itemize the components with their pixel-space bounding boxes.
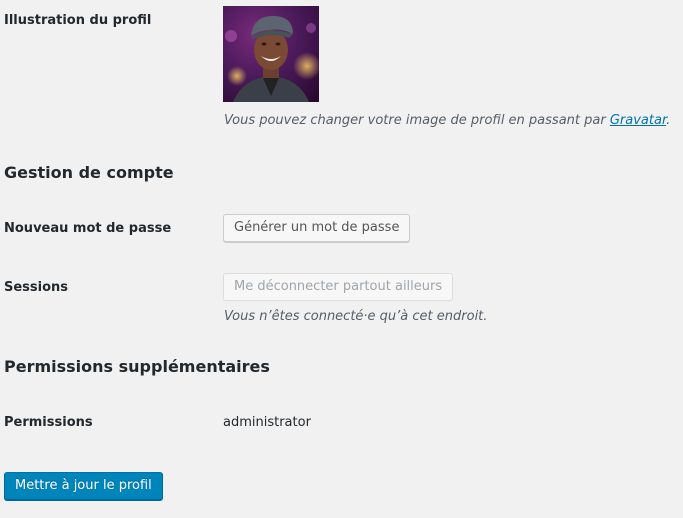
logout-everywhere-button[interactable]: Me déconnecter partout ailleurs	[223, 273, 454, 301]
profile-picture-description: Vous pouvez changer votre image de profi…	[224, 113, 670, 128]
permissions-value: administrator	[223, 415, 311, 430]
avatar	[223, 6, 321, 102]
profile-picture-description-text: Vous pouvez changer votre image de profi…	[224, 113, 606, 128]
description-end: .	[666, 113, 671, 128]
gravatar-link[interactable]: Gravatar	[610, 113, 666, 128]
new-password-label: Nouveau mot de passe	[4, 221, 172, 236]
permissions-label: Permissions	[4, 415, 93, 430]
extra-permissions-heading: Permissions supplémentaires	[4, 357, 270, 376]
sessions-description: Vous n’êtes connecté·e qu’à cet endroit.	[224, 309, 488, 324]
update-profile-button[interactable]: Mettre à jour le profil	[4, 472, 163, 500]
generate-password-button[interactable]: Générer un mot de passe	[223, 214, 411, 242]
profile-picture-label: Illustration du profil	[4, 13, 152, 28]
account-management-heading: Gestion de compte	[4, 163, 174, 182]
sessions-label: Sessions	[4, 280, 69, 295]
